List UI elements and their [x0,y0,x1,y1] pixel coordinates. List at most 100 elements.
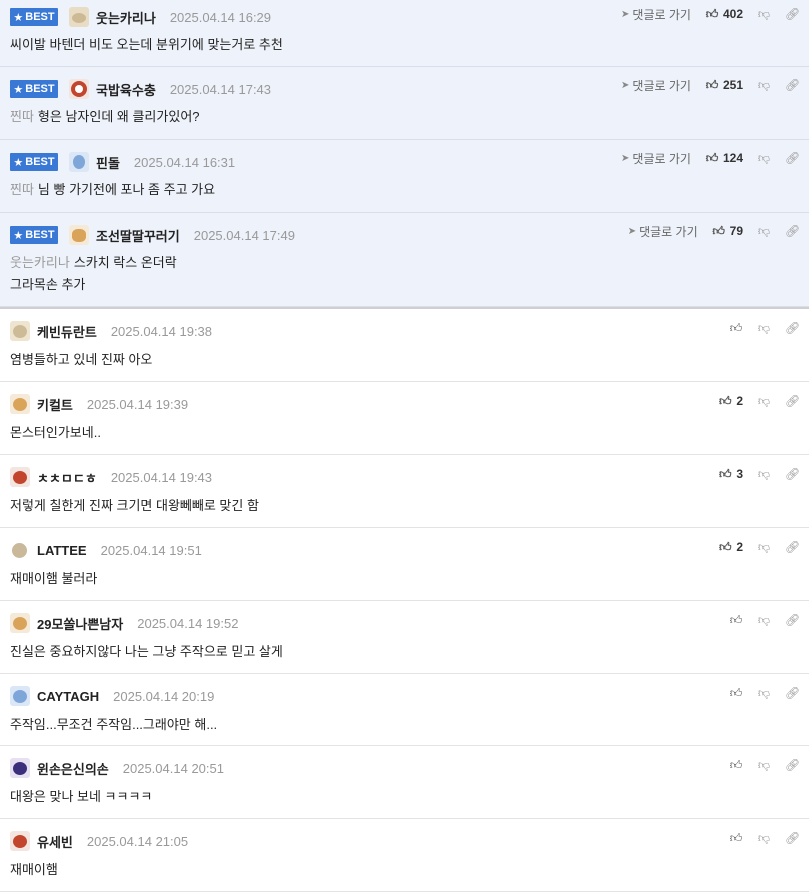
send-arrow-icon: ➤ [621,79,630,91]
avatar[interactable] [69,79,89,99]
avatar[interactable] [69,152,89,172]
thumbs-up-icon: 👍︎ [719,466,732,481]
comment-date: 2025.04.14 17:49 [193,227,295,243]
like-button[interactable]: 👍︎ 251 [705,78,743,93]
best-comment: ★ BEST 핀돌 2025.04.14 16:31 ➤ 댓글로 가기 👍︎ 124 … [0,140,809,213]
comment-author[interactable]: 케빈듀란트 [37,322,97,341]
avatar[interactable] [10,686,30,706]
like-button[interactable]: 👍︎ 79 [712,224,743,239]
star-icon: ★ [13,156,24,169]
comment-date: 2025.04.14 16:31 [133,154,236,170]
thumbs-down-icon[interactable]: 👎︎ [757,78,771,93]
comment-author[interactable]: 29모쏠나쁜남자 [37,614,123,633]
best-comment: ★ BEST 웃는카리나 2025.04.14 16:29 ➤ 댓글로 가기 👍︎ 4… [0,0,809,67]
thumbs-up-icon: 👍︎ [719,393,732,408]
link-icon[interactable]: 🔗︎ [785,224,800,238]
link-icon[interactable]: 🔗︎ [785,7,800,21]
thumbs-up-icon[interactable]: 👍︎ [729,831,743,846]
thumbs-up-icon: 👍︎ [705,77,719,92]
comment-author[interactable]: LATTEE [37,543,87,558]
send-arrow-icon: ➤ [621,152,630,164]
mention[interactable]: 웃는카리나 [10,255,70,270]
reply-go-link[interactable]: ➤ 댓글로 가기 [628,223,698,240]
comment-date: 2025.04.14 19:51 [100,542,202,558]
avatar[interactable] [10,394,30,414]
comment-author[interactable]: 유세빈 [37,832,73,851]
link-icon[interactable]: 🔗︎ [785,78,800,92]
reply-go-link[interactable]: ➤ 댓글로 가기 [621,6,691,23]
link-icon[interactable]: 🔗︎ [785,321,800,335]
avatar[interactable] [10,540,30,560]
like-button[interactable]: 👍︎ 124 [705,151,743,166]
link-icon[interactable]: 🔗︎ [785,540,800,554]
link-icon[interactable]: 🔗︎ [785,613,800,627]
comment: 키컬트 2025.04.14 19:39 👍︎ 2 👎︎ 🔗︎ 몬스터인가보네.. [0,382,809,455]
comment-text: 주작임...무조건 주작임...그래야만 해... [10,717,218,732]
link-icon[interactable]: 🔗︎ [785,831,800,845]
avatar[interactable] [69,225,89,245]
thumbs-up-icon[interactable]: 👍︎ [729,686,743,701]
comment-text: 저렇게 칠한게 진짜 크기면 대왕뻬빼로 맞긴 함 [10,498,259,513]
comment-date: 2025.04.14 21:05 [86,833,189,849]
comment-text: 씨이발 바텐더 비도 오는데 분위기에 맞는거로 추천 [10,37,283,52]
comment-author[interactable]: ㅊㅊㅁㄷㅎ [37,468,97,487]
comment-date: 2025.04.14 19:38 [110,323,213,339]
thumbs-down-icon[interactable]: 👎︎ [757,613,771,628]
comment-author[interactable]: 국밥육수충 [96,80,156,99]
avatar[interactable] [10,831,30,851]
comment: 유세빈 2025.04.14 21:05 👍︎ 👎︎ 🔗︎ 재매이햄 [0,819,809,892]
thumbs-up-icon[interactable]: 👍︎ [729,321,743,336]
avatar[interactable] [69,7,89,27]
like-button[interactable]: 👍︎ 3 [718,467,743,482]
comment-text: 그라목손 추가 [10,277,86,292]
send-arrow-icon: ➤ [621,8,630,20]
thumbs-down-icon[interactable]: 👎︎ [757,686,771,701]
link-icon[interactable]: 🔗︎ [785,758,800,772]
comment-author[interactable]: CAYTAGH [37,689,99,704]
avatar[interactable] [10,613,30,633]
comment-date: 2025.04.14 17:43 [169,81,272,97]
link-icon[interactable]: 🔗︎ [785,467,800,481]
comment: CAYTAGH 2025.04.14 20:19 👍︎ 👎︎ 🔗︎ 주작임...… [0,674,809,746]
like-button[interactable]: 👍︎ 2 [718,394,743,409]
thumbs-down-icon[interactable]: 👎︎ [757,321,771,336]
thumbs-down-icon[interactable]: 👎︎ [757,540,771,555]
like-button[interactable]: 👍︎ 2 [718,540,743,555]
star-icon: ★ [13,83,24,96]
avatar[interactable] [10,467,30,487]
like-button[interactable]: 👍︎ 402 [705,7,743,22]
comment-date: 2025.04.14 20:51 [122,760,224,776]
mention[interactable]: 찐따 [10,109,34,124]
comment-date: 2025.04.14 19:39 [86,396,189,412]
comment-author[interactable]: 키컬트 [37,395,73,414]
thumbs-down-icon[interactable]: 👎︎ [757,151,771,166]
avatar[interactable] [10,758,30,778]
thumbs-down-icon[interactable]: 👎︎ [757,224,771,239]
comment-text: 염병들하고 있네 진짜 아오 [10,352,153,367]
reply-go-link[interactable]: ➤ 댓글로 가기 [621,150,691,167]
thumbs-up-icon[interactable]: 👍︎ [729,613,743,628]
thumbs-down-icon[interactable]: 👎︎ [757,394,771,409]
link-icon[interactable]: 🔗︎ [785,151,800,165]
best-comment: ★ BEST 조선딸딸꾸러기 2025.04.14 17:49 ➤ 댓글로 가기 👍… [0,213,809,307]
best-badge: ★ BEST [10,80,58,98]
comment-date: 2025.04.14 19:52 [137,615,239,631]
thumbs-up-icon: 👍︎ [705,6,719,21]
comment-author[interactable]: 조선딸딸꾸러기 [96,226,180,245]
thumbs-up-icon[interactable]: 👍︎ [729,758,743,773]
mention[interactable]: 찐따 [10,182,34,197]
thumbs-down-icon[interactable]: 👎︎ [757,467,771,482]
thumbs-down-icon[interactable]: 👎︎ [757,7,771,22]
link-icon[interactable]: 🔗︎ [785,686,800,700]
thumbs-down-icon[interactable]: 👎︎ [757,758,771,773]
comment-author[interactable]: 핀돌 [96,153,120,172]
avatar[interactable] [10,321,30,341]
thumbs-down-icon[interactable]: 👎︎ [757,831,771,846]
comment-author[interactable]: 윈손은신의손 [37,759,109,778]
send-arrow-icon: ➤ [627,225,637,237]
comment-author[interactable]: 웃는카리나 [96,8,156,27]
comment: ㅊㅊㅁㄷㅎ 2025.04.14 19:43 👍︎ 3 👎︎ 🔗︎ 저렇게 칠한게… [0,455,809,528]
comment-text: 진실은 중요하지않다 나는 그냥 주작으로 믿고 살게 [10,644,283,659]
link-icon[interactable]: 🔗︎ [785,394,800,408]
reply-go-link[interactable]: ➤ 댓글로 가기 [621,77,691,94]
